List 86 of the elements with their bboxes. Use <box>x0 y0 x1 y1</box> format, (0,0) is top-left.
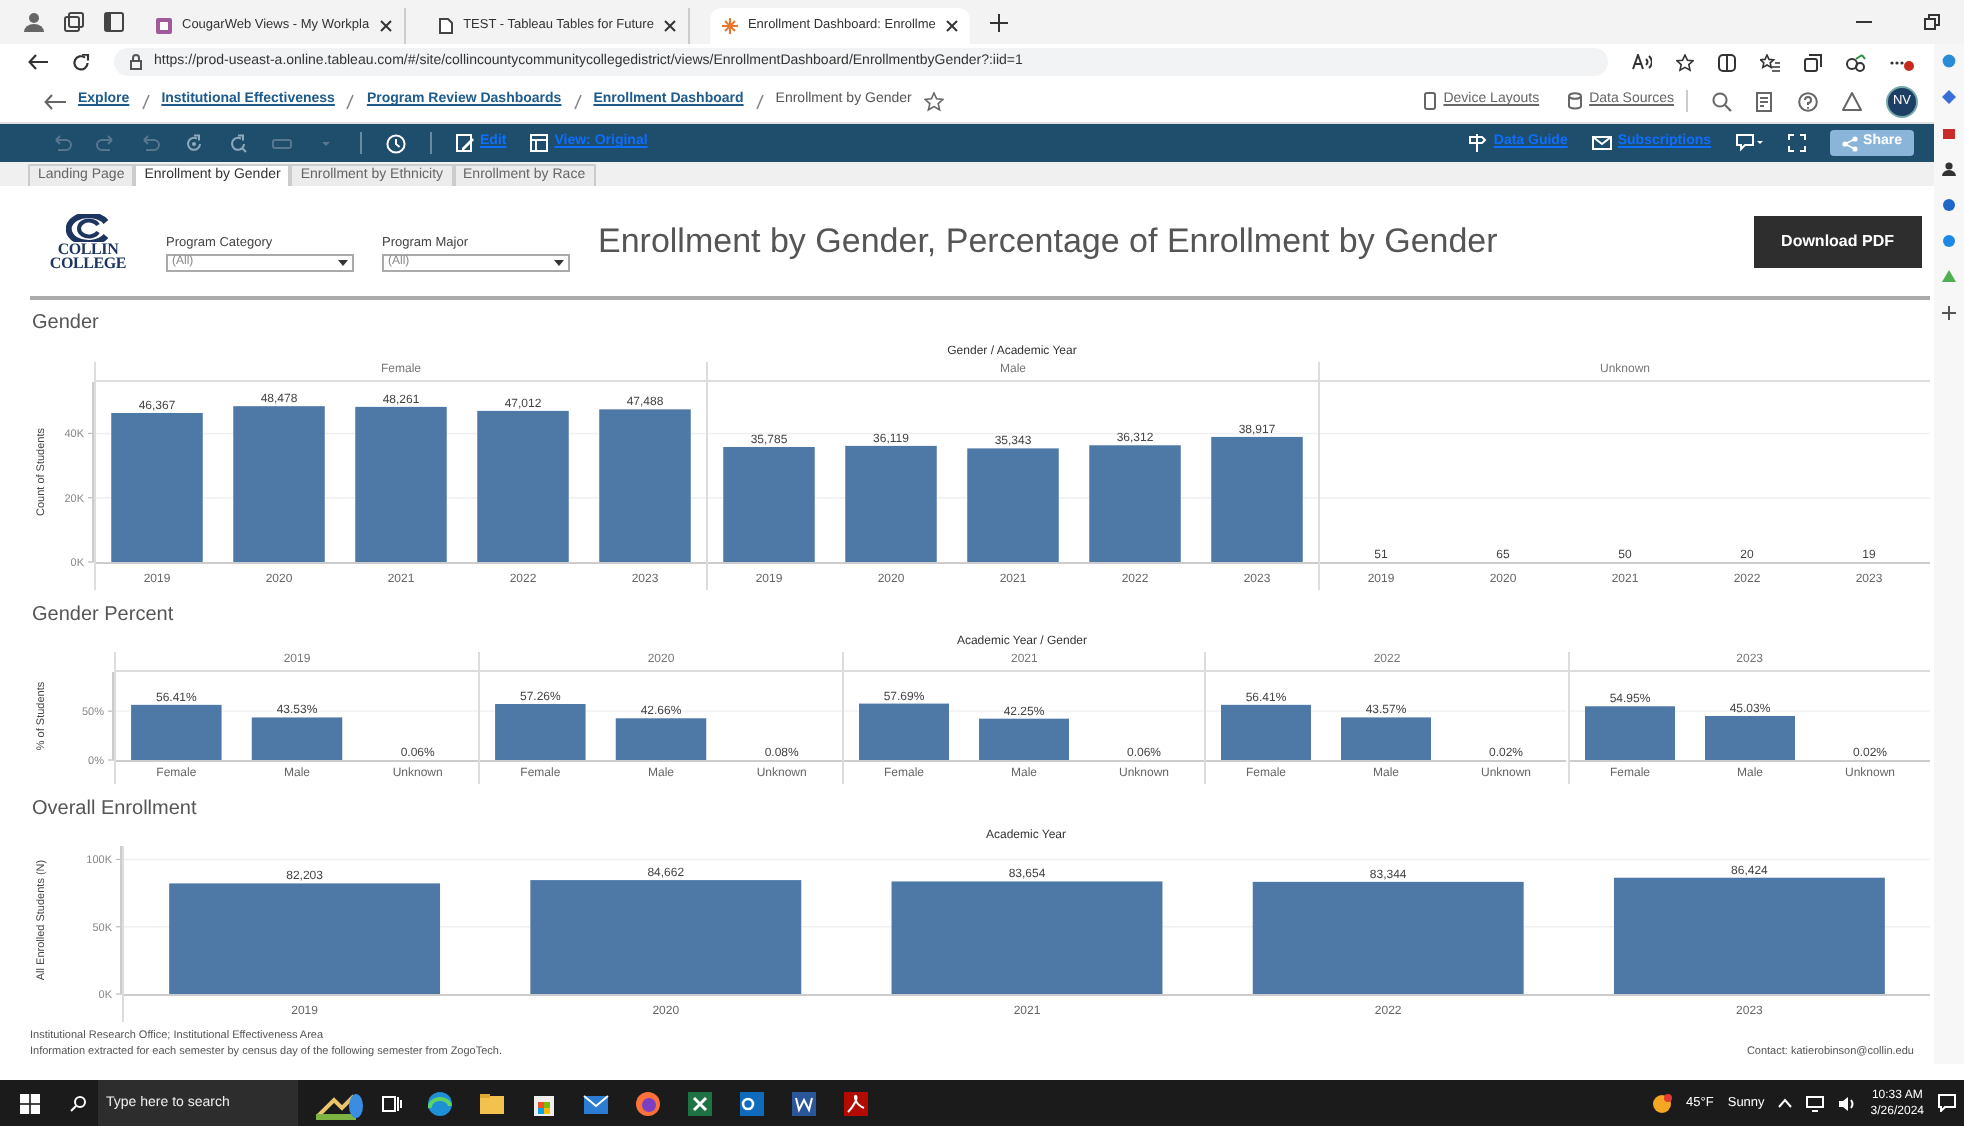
firefox-icon[interactable] <box>634 1089 662 1117</box>
view-icon <box>530 134 549 152</box>
caret-icon <box>338 259 348 266</box>
task-view-icon[interactable] <box>382 1093 402 1113</box>
refresh-icon[interactable] <box>72 53 90 71</box>
pdf-icon[interactable] <box>842 1089 870 1117</box>
star-icon[interactable] <box>1676 53 1694 71</box>
separator-icon <box>755 93 764 109</box>
close-icon[interactable] <box>379 20 392 32</box>
diamond-icon[interactable] <box>1942 90 1956 104</box>
edit-icon <box>456 134 474 152</box>
lock-icon <box>130 54 142 70</box>
folder-icon[interactable] <box>478 1089 506 1117</box>
signpost-icon <box>1467 134 1488 152</box>
bar <box>1341 717 1432 760</box>
favorites-icon[interactable] <box>1760 53 1780 71</box>
plus-icon[interactable] <box>1942 306 1956 320</box>
search-icon[interactable] <box>1712 91 1732 111</box>
tab-actions-icon[interactable] <box>104 12 124 32</box>
copilot-icon[interactable] <box>1942 54 1956 68</box>
section-title: Gender <box>30 310 101 338</box>
document-icon <box>437 18 454 34</box>
separator-icon <box>346 93 355 109</box>
bar <box>723 447 815 562</box>
help-icon[interactable] <box>1798 91 1818 111</box>
app-favicon <box>156 18 172 34</box>
logo-text: COLLEGE <box>49 255 127 269</box>
fullscreen-icon[interactable] <box>1787 134 1806 152</box>
bag-icon[interactable] <box>1942 126 1956 140</box>
collections-icon[interactable] <box>1804 53 1822 71</box>
logo-text: COLLIN <box>57 241 119 255</box>
windows-icon[interactable] <box>20 1093 40 1113</box>
bar <box>251 717 343 760</box>
circle-icon[interactable] <box>1942 198 1956 212</box>
bar <box>495 704 586 760</box>
phone-icon <box>1423 92 1436 110</box>
workspaces-icon[interactable] <box>64 12 84 32</box>
close-icon[interactable] <box>663 20 676 32</box>
envelope-icon <box>1591 134 1612 152</box>
dashboard-title: Enrollment by Gender, Percentage of Enrollment by Gender <box>598 219 1498 264</box>
circle-icon[interactable] <box>1942 234 1956 248</box>
person-icon[interactable] <box>1942 162 1956 176</box>
star-icon[interactable] <box>923 91 944 111</box>
spreadsheet-icon[interactable] <box>686 1089 714 1117</box>
section-title: Overall Enrollment <box>30 796 199 824</box>
bar <box>131 704 222 760</box>
separator-icon <box>141 93 150 109</box>
search-icon <box>70 1095 86 1111</box>
bar <box>859 703 949 760</box>
bar <box>1221 704 1312 760</box>
database-icon <box>1567 92 1582 110</box>
volume-icon[interactable] <box>1838 1095 1857 1111</box>
bar <box>1584 706 1675 760</box>
profile-icon[interactable] <box>24 12 44 32</box>
comment-icon[interactable] <box>1735 134 1764 152</box>
bar <box>1211 436 1303 562</box>
split-screen-icon[interactable] <box>1718 53 1736 71</box>
section-title: Gender Percent <box>30 602 176 630</box>
share-icon <box>1841 135 1858 151</box>
back-icon[interactable] <box>28 54 48 70</box>
bar <box>967 448 1059 562</box>
history-icon[interactable] <box>386 133 406 153</box>
download-pdf-button[interactable]: Download PDF <box>1753 215 1922 267</box>
document-icon[interactable] <box>790 1089 818 1117</box>
bar <box>845 445 937 562</box>
restore-icon[interactable] <box>1924 14 1940 30</box>
new-tab-icon[interactable] <box>989 13 1008 31</box>
extensions-icon[interactable] <box>1846 53 1866 71</box>
sparkle-icon <box>721 18 738 34</box>
logo-icon <box>66 213 110 241</box>
bar <box>615 718 707 760</box>
close-icon[interactable] <box>945 20 958 32</box>
tree-icon[interactable] <box>1942 270 1956 284</box>
back-icon[interactable] <box>44 93 66 109</box>
read-aloud-icon[interactable] <box>1632 54 1652 70</box>
network-icon[interactable] <box>1806 1095 1825 1111</box>
chevron-up-icon[interactable] <box>1778 1098 1793 1108</box>
bar <box>1704 715 1795 760</box>
bar <box>979 718 1069 760</box>
minimize-icon[interactable] <box>1856 20 1872 24</box>
browser-icon[interactable] <box>426 1089 454 1117</box>
caret-icon <box>554 259 564 266</box>
notification-icon[interactable] <box>1938 1094 1956 1112</box>
weather-icon <box>1652 1093 1673 1113</box>
separator-icon <box>573 93 582 109</box>
bar <box>1089 445 1181 562</box>
